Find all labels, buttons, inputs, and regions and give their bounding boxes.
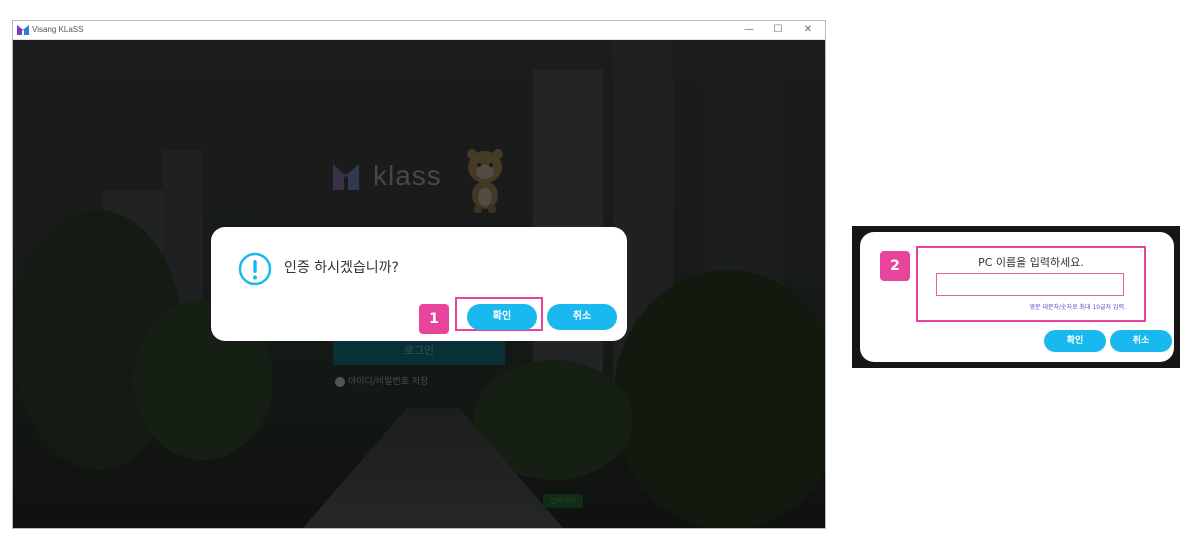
pc-name-input[interactable] <box>936 273 1124 296</box>
step-badge: 2 <box>880 251 910 281</box>
pc-name-panel: 2 PC 이름을 입력하세요. 영문 대문자/숫자로 최대 10글자 입력. 확… <box>852 226 1180 368</box>
title-bar: Visang KLaSS — ☐ ✕ <box>13 21 825 40</box>
app-window: Visang KLaSS — ☐ ✕ klass 로그인 아이디/비밀번호 저장… <box>12 20 826 529</box>
cancel-button[interactable]: 취소 <box>1110 330 1172 352</box>
pc-name-hint: 영문 대문자/숫자로 최대 10글자 입력. <box>1029 304 1126 311</box>
ok-button[interactable]: 확인 <box>467 304 537 330</box>
minimize-button[interactable]: — <box>735 21 763 39</box>
exclamation-icon <box>238 252 272 286</box>
app-logo-icon <box>17 25 29 35</box>
pc-name-dialog: 2 PC 이름을 입력하세요. 영문 대문자/숫자로 최대 10글자 입력. 확… <box>860 232 1174 362</box>
maximize-button[interactable]: ☐ <box>764 21 792 39</box>
ok-button[interactable]: 확인 <box>1044 330 1106 352</box>
dialog-message: 인증 하시겠습니까? <box>284 260 399 276</box>
step-badge: 1 <box>419 304 449 334</box>
cancel-button[interactable]: 취소 <box>547 304 617 330</box>
auth-confirm-dialog: 인증 하시겠습니까? 1 확인 취소 <box>211 227 627 341</box>
pc-name-title: PC 이름을 입력하세요. <box>978 256 1084 269</box>
app-content: klass 로그인 아이디/비밀번호 저장 입력하기 인증 하시겠습니까? 1 … <box>13 40 825 528</box>
window-title: Visang KLaSS <box>32 25 84 34</box>
close-button[interactable]: ✕ <box>794 21 822 39</box>
